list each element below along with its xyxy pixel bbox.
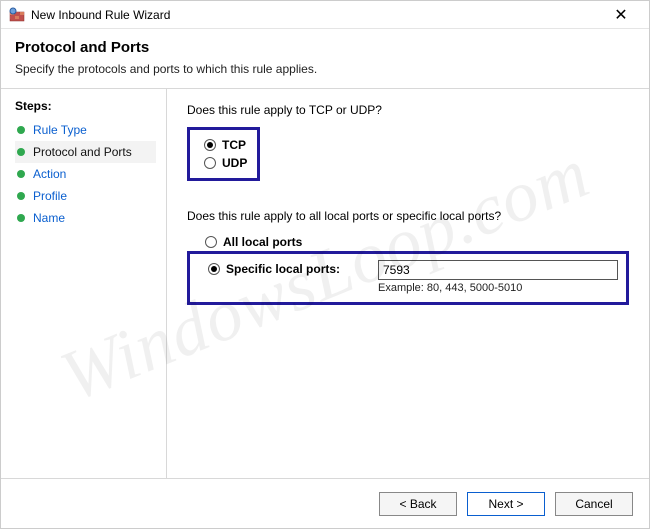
bullet-icon [17,192,25,200]
titlebar: New Inbound Rule Wizard ✕ [1,1,649,29]
cancel-button[interactable]: Cancel [555,492,633,516]
wizard-header: Protocol and Ports Specify the protocols… [1,29,649,89]
specific-ports-highlight-box: Specific local ports: Example: 80, 443, … [187,251,629,305]
bullet-icon [17,148,25,156]
specific-ports-input[interactable] [378,260,618,280]
radio-udp[interactable]: UDP [204,154,247,172]
step-profile[interactable]: Profile [15,185,156,207]
radio-label: All local ports [223,235,302,249]
bullet-icon [17,214,25,222]
step-action[interactable]: Action [15,163,156,185]
steps-label: Steps: [15,99,156,113]
step-rule-type[interactable]: Rule Type [15,119,156,141]
wizard-footer: < Back Next > Cancel [1,478,649,528]
step-name[interactable]: Name [15,207,156,229]
radio-icon [208,263,220,275]
window-title: New Inbound Rule Wizard [31,8,601,22]
bullet-icon [17,126,25,134]
step-protocol-ports[interactable]: Protocol and Ports [15,141,156,163]
close-icon[interactable]: ✕ [601,5,641,25]
radio-icon [205,236,217,248]
radio-icon [204,139,216,151]
steps-sidebar: Steps: Rule Type Protocol and Ports Acti… [1,89,166,489]
radio-tcp[interactable]: TCP [204,136,247,154]
page-subtitle: Specify the protocols and ports to which… [15,62,635,76]
page-title: Protocol and Ports [15,39,635,56]
next-button[interactable]: Next > [467,492,545,516]
protocol-question: Does this rule apply to TCP or UDP? [187,103,629,117]
radio-label: UDP [222,156,247,170]
radio-label: Specific local ports: [226,262,340,276]
radio-all-ports[interactable]: All local ports [205,233,629,251]
step-label: Profile [33,189,67,203]
ports-question: Does this rule apply to all local ports … [187,209,629,223]
radio-specific-ports[interactable]: Specific local ports: [198,260,368,278]
step-label: Protocol and Ports [33,145,132,159]
port-example-text: Example: 80, 443, 5000-5010 [378,282,618,294]
bullet-icon [17,170,25,178]
step-label: Rule Type [33,123,87,137]
radio-icon [204,157,216,169]
step-label: Action [33,167,66,181]
step-label: Name [33,211,65,225]
firewall-icon [9,7,25,23]
protocol-highlight-box: TCP UDP [187,127,260,181]
radio-label: TCP [222,138,246,152]
wizard-content: Does this rule apply to TCP or UDP? TCP … [167,89,649,489]
back-button[interactable]: < Back [379,492,457,516]
